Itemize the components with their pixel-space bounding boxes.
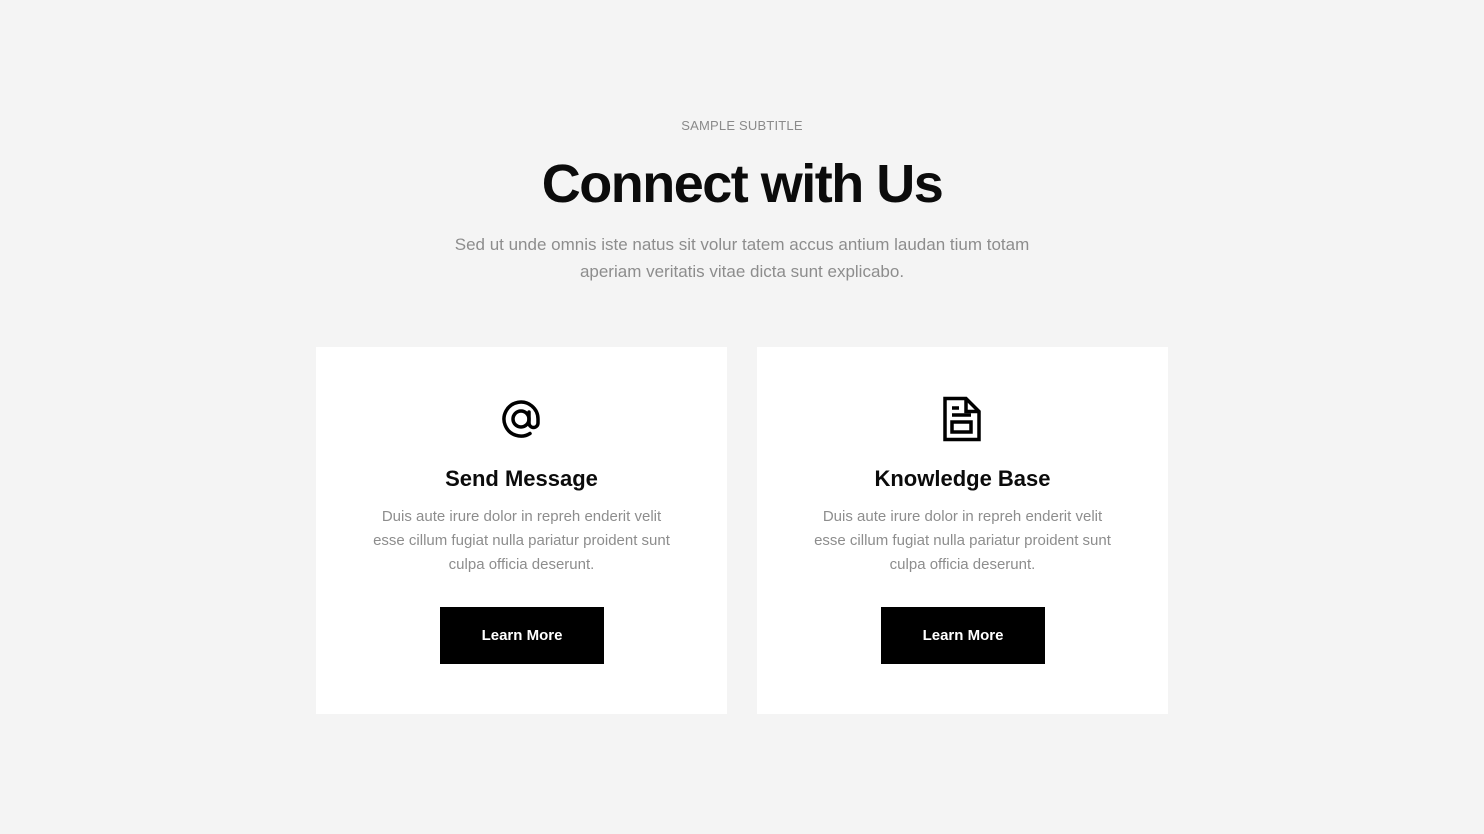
learn-more-button[interactable]: Learn More [440, 607, 604, 664]
connect-section: SAMPLE SUBTITLE Connect with Us Sed ut u… [0, 0, 1484, 834]
section-description: Sed ut unde omnis iste natus sit volur t… [454, 235, 1030, 281]
at-sign-icon [497, 395, 545, 443]
send-message-card: Send Message Duis aute irure dolor in re… [316, 347, 727, 714]
learn-more-button[interactable]: Learn More [881, 607, 1045, 664]
card-title: Knowledge Base [874, 466, 1051, 491]
document-icon [938, 395, 986, 443]
section-title: Connect with Us [541, 154, 944, 214]
card-description: Duis aute irure dolor in repreh enderit … [373, 508, 670, 573]
section-subtitle: SAMPLE SUBTITLE [681, 118, 803, 133]
card-description: Duis aute irure dolor in repreh enderit … [814, 508, 1111, 573]
card-title: Send Message [445, 466, 598, 491]
knowledge-base-card: Knowledge Base Duis aute irure dolor in … [757, 347, 1168, 714]
